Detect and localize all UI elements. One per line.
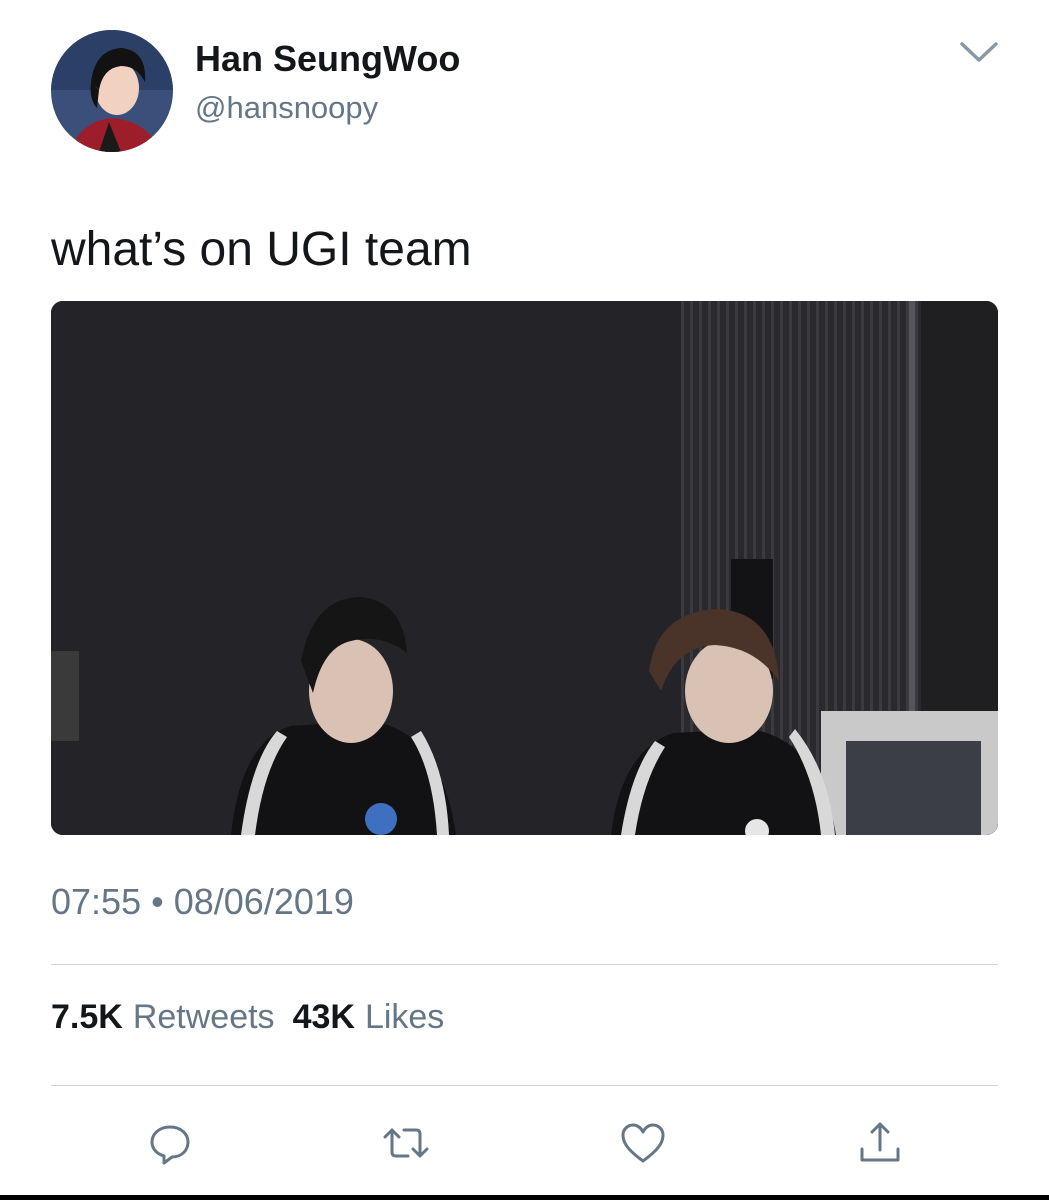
retweet-icon[interactable]: [381, 1118, 431, 1168]
tweet-date: 08/06/2019: [173, 881, 354, 922]
author-avatar[interactable]: [51, 30, 173, 152]
retweets-count: 7.5K: [51, 998, 123, 1036]
divider: [51, 964, 998, 965]
reply-icon[interactable]: [145, 1118, 195, 1168]
tweet-timestamp[interactable]: 07:55 • 08/06/2019: [51, 880, 354, 924]
chevron-down-icon[interactable]: [955, 36, 1003, 68]
media-video-frame: [51, 301, 998, 835]
timestamp-separator: •: [151, 881, 164, 922]
share-icon[interactable]: [855, 1118, 905, 1168]
retweets-stat[interactable]: 7.5K Retweets: [51, 996, 275, 1038]
likes-stat[interactable]: 43K Likes: [293, 996, 445, 1038]
likes-count: 43K: [292, 998, 355, 1036]
tweet-time: 07:55: [51, 881, 142, 922]
author-display-name[interactable]: Han SeungWoo: [195, 38, 460, 80]
heart-icon[interactable]: [618, 1118, 668, 1168]
retweets-label: Retweets: [132, 998, 275, 1036]
tweet-stats: 7.5K Retweets 43K Likes: [51, 996, 462, 1038]
likes-label: Likes: [364, 998, 445, 1036]
tweet-text: what’s on UGI team: [51, 223, 472, 276]
author-handle[interactable]: @hansnoopy: [195, 88, 378, 128]
divider: [51, 1085, 998, 1086]
bottom-edge: [0, 1195, 1049, 1200]
tweet-media[interactable]: [51, 301, 998, 835]
avatar-photo: [51, 30, 173, 152]
